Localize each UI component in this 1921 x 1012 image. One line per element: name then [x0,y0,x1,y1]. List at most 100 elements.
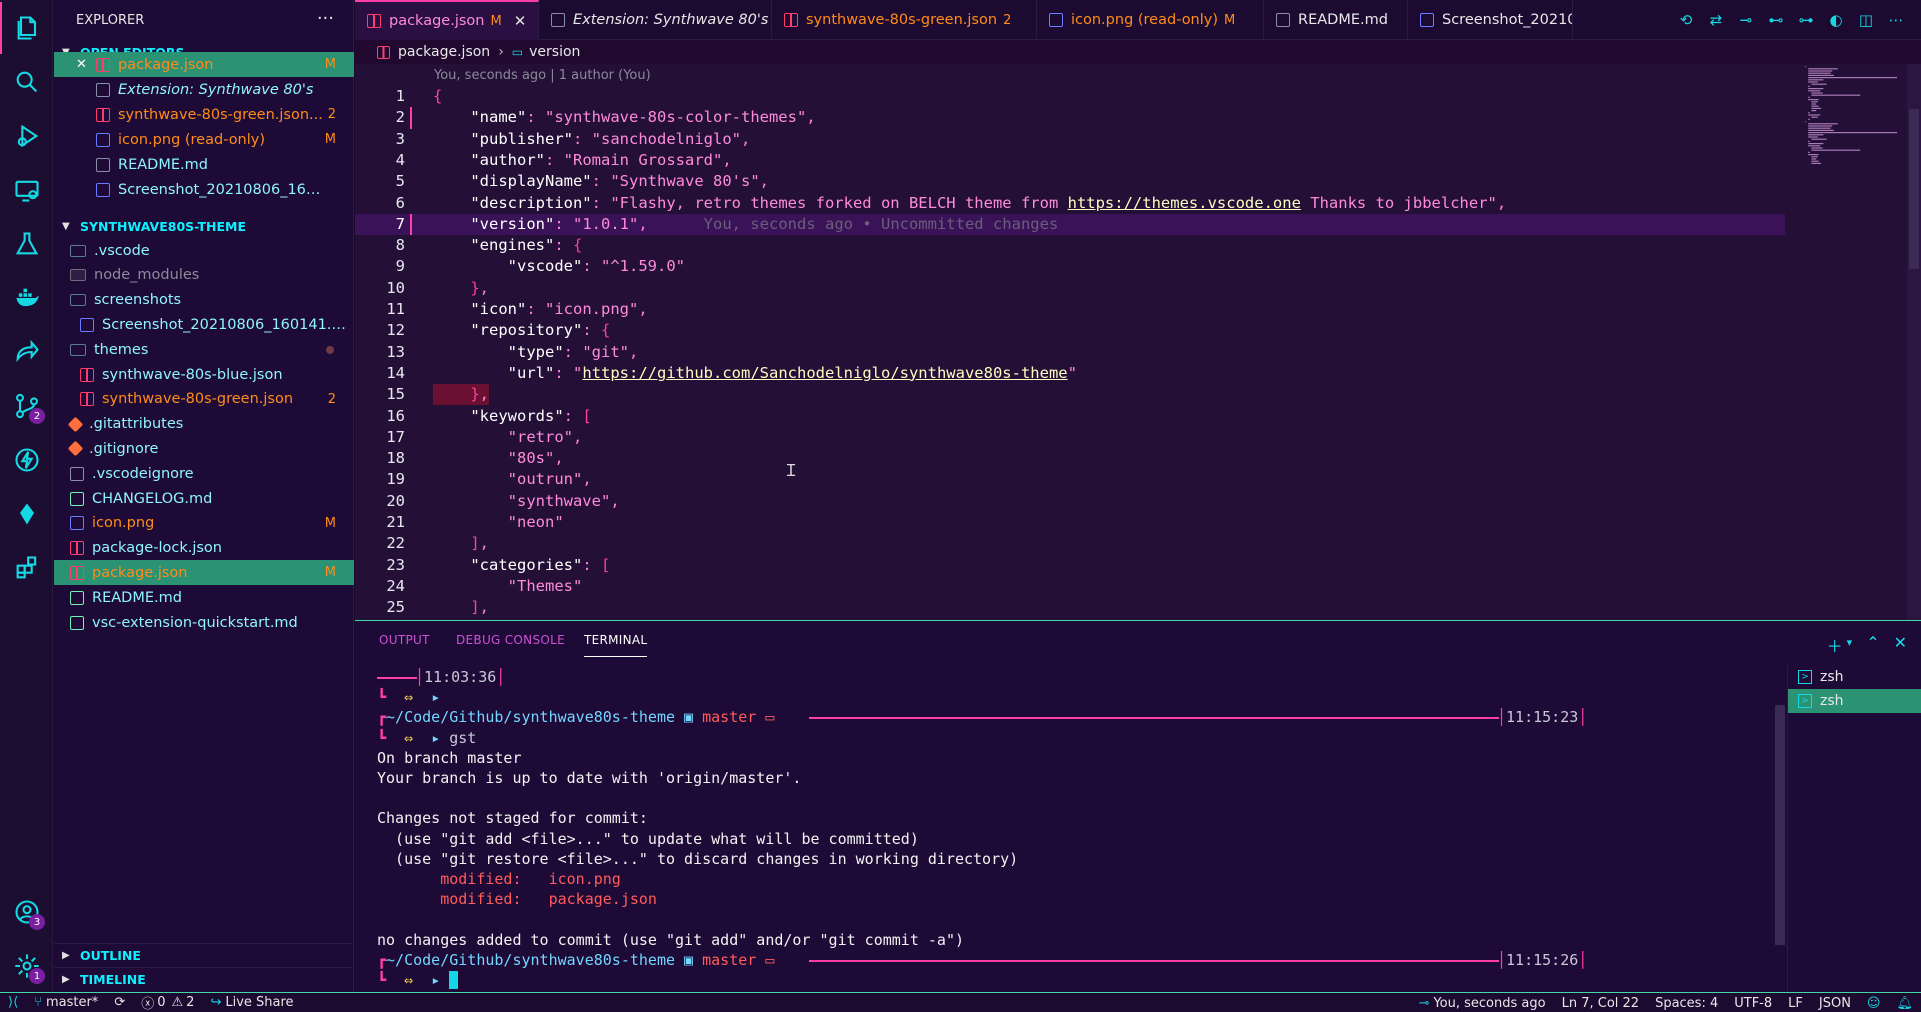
minimap-line [1811,101,1818,103]
tree-item[interactable]: .vscodeignore [54,461,354,486]
open-editor-item[interactable]: synthwave-80s-green.json... 2 [54,102,354,127]
open-editor-item[interactable]: icon.png (read-only) M [54,127,354,152]
prompt-time: │11:15:23│ [1497,707,1587,727]
more-actions-icon[interactable]: ⋯ [1887,11,1905,29]
remote-indicator[interactable]: ⟩⟨ [0,993,26,1012]
run-debug-button[interactable] [0,110,53,162]
tree-item[interactable]: icon.png M [54,511,354,536]
close-icon[interactable]: ✕ [76,57,96,72]
terminal-instance[interactable]: > zsh [1788,689,1921,713]
code-line: 20 "synthwave", [355,491,1785,512]
tree-item[interactable]: package-lock.json [54,536,354,561]
prompt-arrow: ▸ [431,688,441,707]
tree-item[interactable]: node_modules [54,263,354,288]
tree-item[interactable]: themes [54,337,354,362]
explorer-button[interactable] [0,2,53,54]
tree-item[interactable]: .gitignore [54,436,354,461]
maximize-panel-icon[interactable]: ⌃ [1866,633,1879,657]
open-editor-item[interactable]: Extension: Synthwave 80's [54,77,354,102]
next-change-icon[interactable]: ⊶ [1797,11,1815,29]
extensions-button[interactable] [0,542,53,594]
editor-tab[interactable]: Screenshot_20210806_160141.png [1408,0,1573,40]
compare-icon[interactable]: ⇄ [1707,11,1725,29]
problems-status[interactable]: ⓧ 0 ⚠ 2 [133,993,202,1012]
tab-debug-console[interactable]: DEBUG CONSOLE [456,633,565,657]
add-terminal-icon[interactable]: ＋ [1827,633,1843,657]
editor-tab[interactable]: synthwave-80s-green.json 2 [772,0,1037,40]
code-text: "type": "git", [507,342,639,361]
thunder-client-button[interactable] [0,434,53,486]
live-share-status[interactable]: ↪ Live Share [202,993,301,1012]
minimap-line [1811,83,1827,85]
outline-header[interactable]: ▶ OUTLINE [54,943,354,967]
editor-tab[interactable]: README.md [1264,0,1408,40]
minimap[interactable] [1797,64,1907,620]
terminal-instance[interactable]: > zsh [1788,665,1921,689]
close-icon[interactable]: ✕ [514,12,527,30]
manage-button[interactable]: 1 [0,940,53,992]
search-button[interactable] [0,56,53,108]
terminal-scrollbar[interactable] [1773,665,1787,993]
indentation[interactable]: Spaces: 4 [1647,993,1726,1012]
scrollbar-thumb[interactable] [1909,109,1919,269]
history-icon[interactable]: ⟲ [1677,11,1695,29]
end-of-line[interactable]: LF [1780,993,1811,1012]
timeline-header[interactable]: ▶ TIMELINE [54,967,354,991]
remote-explorer-button[interactable] [0,164,53,216]
notifications-icon[interactable]: 🔔︎ [1888,993,1921,1012]
gitlens-button[interactable] [0,488,53,540]
cursor-position[interactable]: Ln 7, Col 22 [1554,993,1647,1012]
language-mode[interactable]: JSON [1811,993,1859,1012]
more-actions-icon[interactable]: ··· [317,8,334,29]
testing-button[interactable] [0,218,53,270]
codelens-authors[interactable]: You, seconds ago | 1 author (You) [434,64,651,86]
git-commit-icon[interactable]: ⊸ [1737,11,1755,29]
close-panel-icon[interactable]: ✕ [1894,633,1907,657]
editor-tab[interactable]: Extension: Synthwave 80's [539,0,772,40]
tree-item[interactable]: package.json M [54,560,354,586]
breadcrumb-file[interactable]: package.json [398,44,490,60]
tab-output[interactable]: OUTPUT [379,633,430,657]
open-editor-item[interactable]: README.md [54,152,354,177]
docker-button[interactable] [0,272,53,324]
encoding[interactable]: UTF-8 [1726,993,1780,1012]
sync-icon[interactable]: ⟳ [106,993,133,1012]
code-editor[interactable]: You, seconds ago | 1 author (You) 1{2 "n… [355,64,1921,620]
tree-item[interactable]: screenshots [54,288,354,313]
code-text: "author": "Romain Grossard", [470,150,732,169]
minimap-line [1808,140,1810,142]
minimap-line [1808,99,1819,101]
editor-scrollbar[interactable] [1907,64,1921,620]
feedback-icon[interactable]: ☺ [1859,993,1889,1012]
save-icon: ▣ [684,950,703,969]
live-share-button[interactable] [0,326,53,378]
toggle-blame-icon[interactable]: ◐ [1827,11,1845,29]
scrollbar-thumb[interactable] [1775,705,1785,945]
tree-item[interactable]: vsc-extension-quickstart.md [54,610,354,635]
code-text: "repository": { [470,321,611,340]
tree-item[interactable]: Screenshot_20210806_160141.png [54,312,354,337]
previous-change-icon[interactable]: ⊷ [1767,11,1785,29]
tree-item[interactable]: synthwave-80s-green.json 2 [54,387,354,412]
tree-item[interactable]: CHANGELOG.md [54,486,354,511]
tree-item[interactable]: .vscode [54,238,354,263]
tab-terminal[interactable]: TERMINAL [584,633,648,657]
tab-label: icon.png (read-only) [1071,12,1219,28]
source-control-button[interactable]: 2 [0,380,53,432]
tree-item[interactable]: synthwave-80s-blue.json [54,362,354,387]
split-editor-icon[interactable]: ◫ [1857,11,1875,29]
terminal-dropdown-icon[interactable]: ▾ [1847,636,1853,657]
blame-status[interactable]: ⊸ You, seconds ago [1411,993,1554,1012]
tree-item[interactable]: .gitattributes [54,412,354,437]
editor-tab[interactable]: package.json M ✕ [355,0,539,40]
open-editor-item[interactable]: ✕ package.json M [54,52,354,77]
editor-tab[interactable]: icon.png (read-only) M [1037,0,1264,40]
breadcrumb-symbol[interactable]: version [529,44,580,60]
branch-status[interactable]: ⑂ master* [26,993,106,1012]
terminal-output[interactable]: │11:03:36│ ┗ ⇔ ▸ ┏~/Code/Github/synthwave8… [377,665,1777,993]
project-header[interactable]: ▼ SYNTHWAVE80S-THEME [54,214,354,238]
accounts-button[interactable]: 3 [0,886,53,938]
tree-item[interactable]: README.md [54,585,354,610]
line-number: 1 [395,87,405,105]
open-editor-item[interactable]: Screenshot_20210806_160141.... [54,177,354,202]
